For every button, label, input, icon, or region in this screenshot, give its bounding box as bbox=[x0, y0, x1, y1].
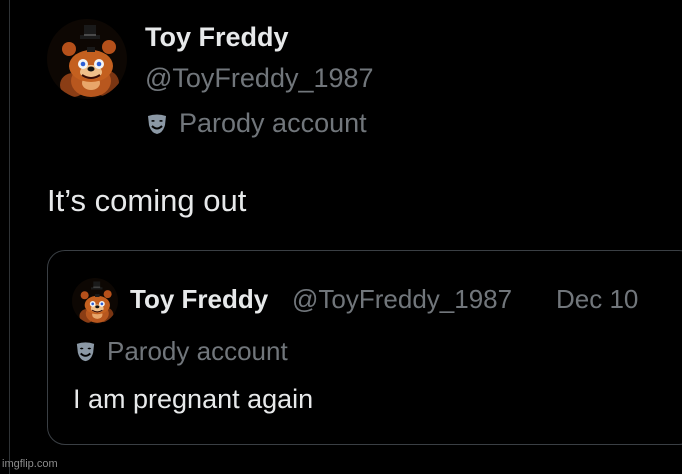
parody-account-label: Parody account bbox=[145, 108, 367, 139]
toy-freddy-avatar-image bbox=[47, 19, 127, 99]
quoted-author-display-name[interactable]: Toy Freddy bbox=[130, 284, 268, 315]
quoted-post-date[interactable]: Dec 10 bbox=[556, 284, 638, 315]
quoted-parody-account-label: Parody account bbox=[74, 336, 288, 367]
toy-freddy-avatar-image bbox=[72, 278, 118, 324]
tweet-text: It’s coming out bbox=[47, 183, 247, 218]
quoted-parody-label-text: Parody account bbox=[107, 336, 288, 366]
quoted-post-text: I am pregnant again bbox=[73, 384, 314, 414]
author-display-name[interactable]: Toy Freddy bbox=[145, 22, 289, 53]
parody-mask-icon bbox=[145, 112, 169, 136]
quoted-author-avatar[interactable] bbox=[72, 278, 118, 324]
author-avatar[interactable] bbox=[47, 19, 127, 99]
thread-divider-line bbox=[9, 0, 10, 474]
parody-mask-icon bbox=[74, 340, 97, 363]
author-handle[interactable]: @ToyFreddy_1987 bbox=[145, 63, 374, 94]
quoted-author-handle[interactable]: @ToyFreddy_1987 bbox=[292, 284, 536, 315]
parody-label-text: Parody account bbox=[179, 108, 367, 138]
imgflip-watermark: imgflip.com bbox=[2, 458, 58, 470]
